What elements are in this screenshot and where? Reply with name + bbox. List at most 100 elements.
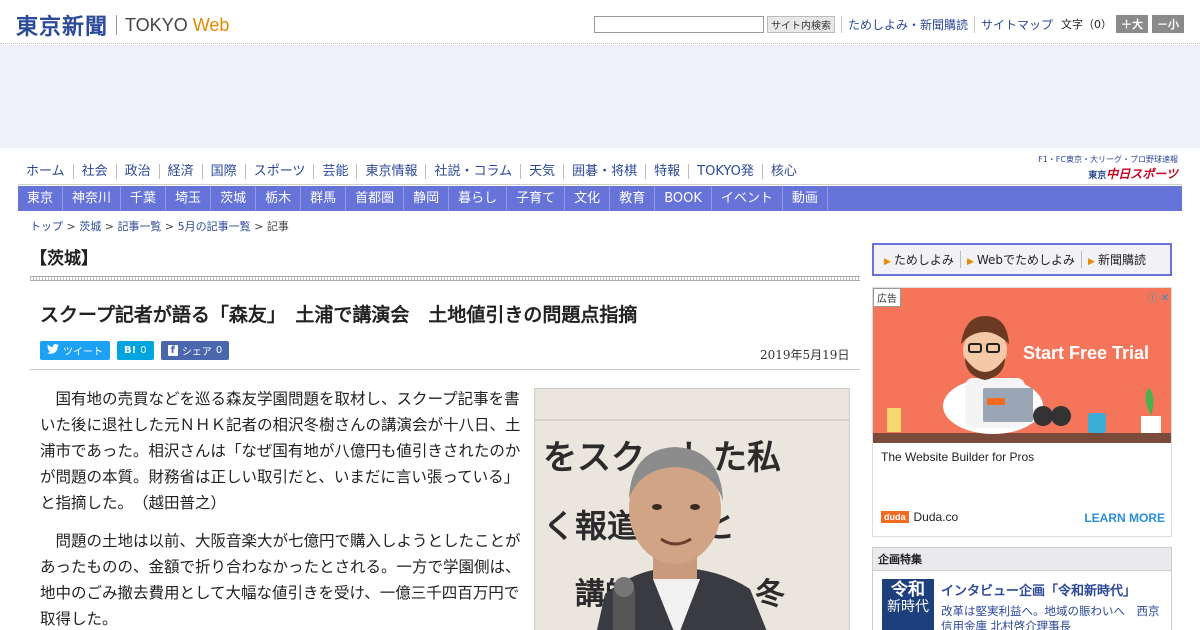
- nav2-chiba[interactable]: 千葉: [121, 186, 167, 211]
- nav2-metropolitan[interactable]: 首都圏: [346, 186, 405, 211]
- arrow-right-icon: ▶: [884, 257, 891, 267]
- site-logo[interactable]: 東京新聞 TOKYO Web: [16, 9, 229, 41]
- nav2-culture[interactable]: 文化: [565, 186, 611, 211]
- nav2-event[interactable]: イベント: [712, 186, 783, 211]
- nav-economy[interactable]: 経済: [158, 163, 202, 179]
- subscription-subnav: ▶ ためしよみ ▶ Webでためしよみ ▶ 新聞購読: [872, 243, 1172, 276]
- header-tools: サイト内検索 ためしよみ・新聞購読 サイトマップ 文字（0） ＋大 －小: [593, 15, 1184, 33]
- nav-weather[interactable]: 天気: [520, 163, 563, 179]
- facebook-share-label: シェア: [181, 347, 212, 358]
- sports-news-label: F1・FC東京・大リーグ・プロ野球速報: [1038, 155, 1178, 164]
- breadcrumb-ibaraki[interactable]: 茨城: [79, 220, 101, 233]
- nav2-shizuoka[interactable]: 静岡: [404, 186, 450, 211]
- duda-logo-icon: duda: [881, 511, 909, 523]
- breadcrumb: トップ > 茨城 > 記事一覧 > 5月の記事一覧 > 記事: [30, 218, 289, 234]
- twitter-bird-icon: [47, 344, 59, 357]
- hatena-bookmark-button[interactable]: B! 0: [117, 341, 154, 360]
- secondary-nav: 東京 神奈川 千葉 埼玉 茨城 栃木 群馬 首都圏 静岡 暮らし 子育て 文化 …: [18, 186, 1182, 211]
- chunichi-brand: 中日スポーツ: [1106, 167, 1178, 181]
- breadcrumb-may-list[interactable]: 5月の記事一覧: [178, 220, 251, 233]
- nav2-video[interactable]: 動画: [783, 186, 828, 211]
- ad-banner: [873, 288, 1171, 443]
- feature-box: 企画特集 令和 新時代 インタビュー企画「令和新時代」 改革は堅実利益へ。地域の…: [872, 547, 1172, 630]
- feature-title[interactable]: インタビュー企画「令和新時代」: [941, 580, 1136, 599]
- nav2-education[interactable]: 教育: [610, 186, 656, 211]
- article-paragraph: 国有地の売買などを巡る森友学園問題を取材し、スクープ記事を書いた後に退社した元Ｎ…: [40, 390, 521, 512]
- sitemap-link[interactable]: サイトマップ: [973, 15, 1053, 33]
- subnav-trial-label: ためしよみ: [893, 253, 954, 267]
- nav-tokyo-info[interactable]: 東京情報: [356, 163, 425, 179]
- nav2-ibaraki[interactable]: 茨城: [211, 186, 257, 211]
- nav2-gunma[interactable]: 群馬: [301, 186, 347, 211]
- nav2-tokyo[interactable]: 東京: [18, 186, 64, 211]
- article-headline: スクープ記者が語る「森友」 土浦で講演会 土地値引きの問題点指摘: [40, 304, 638, 326]
- feature-description[interactable]: 改革は堅実利益へ。地域の賑わいへ 西京信用金庫 北村啓介理事長: [941, 604, 1169, 630]
- subnav-web-trial[interactable]: ▶ Webでためしよみ: [959, 251, 1081, 268]
- subscribe-link[interactable]: ためしよみ・新聞購読: [840, 15, 968, 33]
- nav-society[interactable]: 社会: [72, 163, 116, 179]
- chunichi-sports-logo: 東京中日スポーツ: [1038, 165, 1178, 182]
- facebook-share-button[interactable]: f シェア 0: [160, 341, 230, 360]
- nav-sports[interactable]: スポーツ: [244, 163, 314, 179]
- font-smaller-button[interactable]: －小: [1152, 15, 1184, 33]
- chunichi-sports-link[interactable]: F1・FC東京・大リーグ・プロ野球速報 東京中日スポーツ: [1038, 154, 1178, 182]
- feature-thumbnail[interactable]: 令和 新時代: [882, 579, 934, 630]
- nav2-parenting[interactable]: 子育て: [507, 186, 566, 211]
- breadcrumb-sep: >: [101, 220, 118, 233]
- nav2-kanagawa[interactable]: 神奈川: [63, 186, 122, 211]
- arrow-right-icon: ▶: [966, 257, 974, 267]
- nav-politics[interactable]: 政治: [115, 163, 159, 179]
- tweet-button[interactable]: ツイート: [40, 341, 110, 360]
- nav-entertainment[interactable]: 芸能: [313, 163, 356, 179]
- logo-en: TOKYO Web: [125, 15, 229, 36]
- top-ad-area: [0, 45, 1200, 148]
- feature-heading: 企画特集: [873, 548, 1171, 571]
- site-search-button[interactable]: サイト内検索: [766, 15, 835, 33]
- nav2-saitama[interactable]: 埼玉: [166, 186, 212, 211]
- nav2-tochigi[interactable]: 栃木: [256, 186, 302, 211]
- logo-en-tokyo: TOKYO: [125, 14, 188, 35]
- nav-tokyo-hatsu[interactable]: TOKYO発: [688, 163, 762, 179]
- nav2-book[interactable]: BOOK: [655, 186, 712, 211]
- learn-more-link[interactable]: LEARN MORE: [1084, 511, 1165, 525]
- logo-en-web: Web: [192, 14, 230, 35]
- nav-divider: [18, 184, 1182, 185]
- article-date: 2019年5月19日: [760, 348, 850, 362]
- date-rule: [30, 369, 860, 370]
- nav-special[interactable]: 特報: [645, 163, 688, 179]
- nav-editorial[interactable]: 社説・コラム: [425, 163, 520, 179]
- search-input[interactable]: [593, 15, 764, 33]
- ad-brand-name: Duda.co: [913, 510, 959, 524]
- ad-brand[interactable]: duda Duda.co: [881, 510, 958, 524]
- subnav-trial[interactable]: ▶ ためしよみ: [878, 251, 960, 268]
- breadcrumb-article-list[interactable]: 記事一覧: [117, 220, 161, 233]
- subnav-subscribe-label: 新聞購読: [1097, 253, 1146, 267]
- subnav-subscribe[interactable]: ▶ 新聞購読: [1081, 251, 1152, 268]
- ad-illustration: [873, 288, 1171, 443]
- nav2-living[interactable]: 暮らし: [449, 186, 508, 211]
- nav-home[interactable]: ホーム: [18, 164, 73, 179]
- share-buttons: ツイート B! 0 f シェア 0: [40, 341, 236, 360]
- breadcrumb-top[interactable]: トップ: [30, 220, 63, 233]
- ad-tagline: The Website Builder for Pros: [881, 450, 1035, 464]
- breadcrumb-sep: >: [63, 220, 80, 233]
- article-category: 【茨城】: [30, 249, 98, 269]
- sidebar-ad[interactable]: 広告 ⓘ ✕ Start Free Trial The Website Buil…: [872, 287, 1172, 537]
- tweet-label: ツイート: [63, 347, 103, 358]
- nav-core[interactable]: 核心: [761, 163, 805, 179]
- chunichi-prefix: 東京: [1088, 171, 1107, 181]
- font-larger-button[interactable]: ＋大: [1116, 15, 1148, 33]
- hatena-icon: B!: [124, 345, 137, 356]
- subnav-web-trial-label: Webでためしよみ: [976, 253, 1076, 267]
- logo-jp: 東京新聞: [16, 14, 109, 40]
- feature-thumb-line1: 令和: [891, 580, 925, 600]
- breadcrumb-sep: >: [161, 220, 178, 233]
- breadcrumb-current: 記事: [266, 220, 289, 233]
- ad-choices-icon[interactable]: ⓘ ✕: [1147, 289, 1169, 304]
- speaker-photo-illustration: をスク した私 く報道 裏と 講師 澤 冬: [535, 389, 849, 630]
- article-photo[interactable]: をスク した私 く報道 裏と 講師 澤 冬: [534, 388, 850, 630]
- ad-cta[interactable]: Start Free Trial: [1023, 343, 1149, 364]
- nav-international[interactable]: 国際: [201, 163, 245, 179]
- nav-go-shogi[interactable]: 囲碁・将棋: [563, 163, 645, 179]
- font-size-label: 文字（0）: [1061, 18, 1112, 31]
